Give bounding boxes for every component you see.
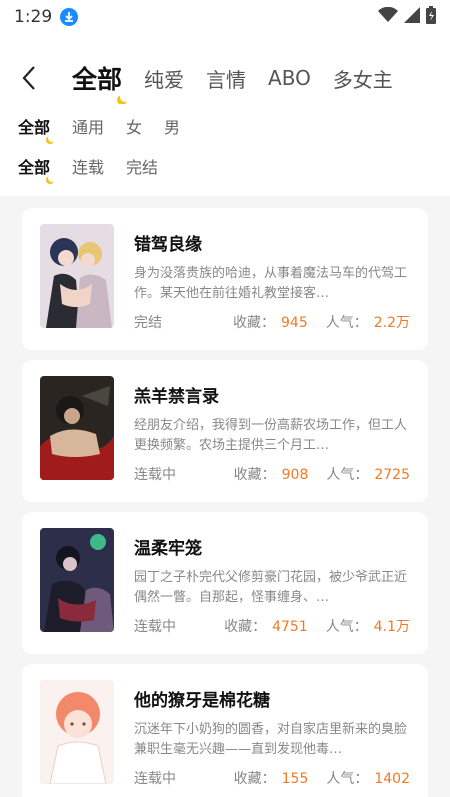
book-meta: 连载中 收藏： 155 人气： 1402 bbox=[134, 768, 410, 788]
filter-progress-ongoing[interactable]: 连载 bbox=[72, 154, 104, 178]
pop-label: 人气： bbox=[325, 315, 368, 331]
fav-count: 908 bbox=[281, 467, 309, 483]
fav-label: 收藏： bbox=[224, 619, 267, 635]
book-meta: 完结 收藏： 945 人气： 2.2万 bbox=[134, 312, 410, 332]
filter-progress-completed[interactable]: 完结 bbox=[126, 154, 158, 178]
battery-icon bbox=[426, 5, 436, 29]
wifi-icon bbox=[378, 6, 398, 28]
filter-audience-male[interactable]: 男 bbox=[164, 114, 180, 138]
book-status: 连载中 bbox=[134, 771, 176, 787]
fav-label: 收藏： bbox=[233, 771, 276, 787]
fav-label: 收藏： bbox=[233, 467, 276, 483]
pop-label: 人气： bbox=[326, 467, 369, 483]
filter-audience-general[interactable]: 通用 bbox=[72, 114, 104, 138]
tab-all[interactable]: 全部 bbox=[72, 60, 122, 96]
tab-multi-heroine[interactable]: 多女主 bbox=[333, 64, 393, 93]
pop-count: 2725 bbox=[374, 467, 410, 483]
book-status: 连载中 bbox=[134, 619, 176, 635]
book-description: 沉迷年下小奶狗的圆香，对自家店里新来的臭脸兼职生毫无兴趣——直到发现他毒… bbox=[134, 722, 408, 757]
status-bar: 1:29 bbox=[0, 0, 450, 34]
book-cover bbox=[40, 528, 114, 632]
tab-pure-love[interactable]: 纯爱 bbox=[144, 64, 184, 93]
filter-audience-all[interactable]: 全部 bbox=[18, 114, 50, 138]
pop-count: 2.2万 bbox=[373, 315, 410, 331]
fav-count: 155 bbox=[281, 771, 309, 787]
book-card[interactable]: 羔羊禁言录 经朋友介绍，我得到一份高薪农场工作，但工人更换频繁。农场主提供三个月… bbox=[22, 360, 428, 502]
book-cover bbox=[40, 224, 114, 328]
pop-label: 人气： bbox=[326, 771, 369, 787]
pop-label: 人气： bbox=[325, 619, 368, 635]
book-cover bbox=[40, 680, 114, 784]
book-meta: 连载中 收藏： 4751 人气： 4.1万 bbox=[134, 616, 410, 636]
book-meta: 连载中 收藏： 908 人气： 2725 bbox=[134, 464, 410, 484]
chevron-left-icon bbox=[22, 66, 35, 90]
fav-count: 4751 bbox=[272, 619, 308, 635]
book-status: 连载中 bbox=[134, 467, 176, 483]
category-nav: 全部 纯爱 言情 ABO 多女主 bbox=[0, 52, 450, 104]
book-description: 身为没落贵族的哈迪，从事着魔法马车的代驾工作。某天他在前往婚礼教堂接客… bbox=[134, 266, 408, 301]
book-description: 经朋友介绍，我得到一份高薪农场工作，但工人更换频繁。农场主提供三个月工… bbox=[134, 418, 408, 453]
pop-count: 1402 bbox=[374, 771, 410, 787]
tab-romance[interactable]: 言情 bbox=[206, 64, 246, 93]
moon-indicator-icon bbox=[48, 174, 56, 182]
status-time: 1:29 bbox=[14, 7, 53, 27]
tab-abo[interactable]: ABO bbox=[268, 66, 311, 90]
book-title: 他的獠牙是棉花糖 bbox=[134, 691, 270, 711]
fav-label: 收藏： bbox=[233, 315, 275, 331]
book-title: 温柔牢笼 bbox=[134, 539, 202, 559]
book-status: 完结 bbox=[134, 315, 162, 331]
moon-indicator-icon bbox=[48, 134, 56, 142]
progress-filter: 全部 连载 完结 bbox=[18, 154, 158, 178]
signal-icon bbox=[404, 6, 420, 28]
book-card[interactable]: 他的獠牙是棉花糖 沉迷年下小奶狗的圆香，对自家店里新来的臭脸兼职生毫无兴趣——直… bbox=[22, 664, 428, 797]
book-cover bbox=[40, 376, 114, 480]
pop-count: 4.1万 bbox=[373, 619, 410, 635]
download-icon bbox=[60, 8, 79, 26]
filter-audience-female[interactable]: 女 bbox=[126, 114, 142, 138]
book-list: 错驾良缘 身为没落贵族的哈迪，从事着魔法马车的代驾工作。某天他在前往婚礼教堂接客… bbox=[0, 196, 450, 797]
fav-count: 945 bbox=[281, 315, 308, 331]
moon-indicator-icon bbox=[120, 92, 130, 102]
book-card[interactable]: 错驾良缘 身为没落贵族的哈迪，从事着魔法马车的代驾工作。某天他在前往婚礼教堂接客… bbox=[22, 208, 428, 350]
book-title: 羔羊禁言录 bbox=[134, 387, 219, 407]
book-card[interactable]: 温柔牢笼 园丁之子朴完代父修剪豪门花园，被少爷武正近偶然一瞥。自那起，怪事缠身、… bbox=[22, 512, 428, 654]
filter-progress-all[interactable]: 全部 bbox=[18, 154, 50, 178]
back-button[interactable] bbox=[0, 52, 58, 104]
book-title: 错驾良缘 bbox=[134, 235, 202, 255]
book-description: 园丁之子朴完代父修剪豪门花园，被少爷武正近偶然一瞥。自那起，怪事缠身、… bbox=[134, 570, 408, 605]
audience-filter: 全部 通用 女 男 bbox=[18, 114, 180, 138]
